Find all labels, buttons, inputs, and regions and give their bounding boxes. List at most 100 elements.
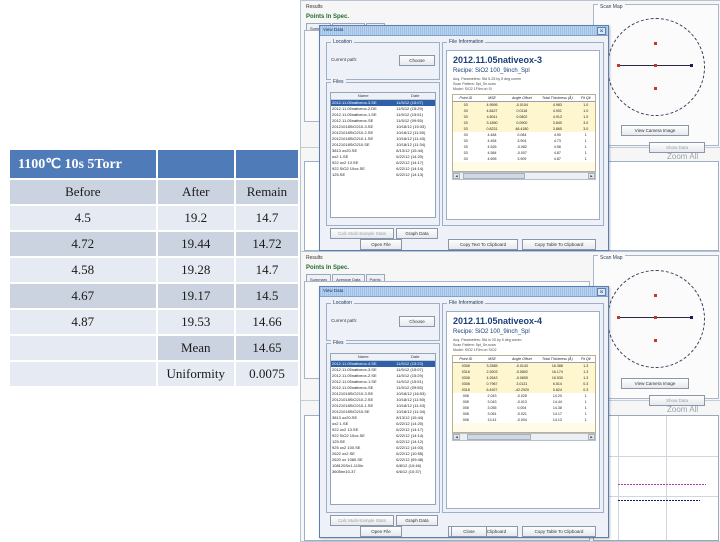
close-icon[interactable]: ☒ <box>597 288 606 296</box>
uniformity-row: Uniformity 0.0075 <box>10 362 298 386</box>
scroll-left-arrow-icon[interactable]: ◀ <box>453 173 460 179</box>
acq-parameters-line-top: Acq. Parameters: Std 5-25 by 5 deg comm <box>453 77 521 81</box>
table-header-row: 1100℃ 10s 5Torr <box>10 150 298 178</box>
zoom-all-label-top: Zoom All <box>667 152 699 161</box>
choose-button-bottom[interactable]: Choose <box>399 316 435 327</box>
scan-point-center <box>654 64 657 67</box>
open-file-button-top[interactable]: Open File <box>360 239 402 250</box>
file-name: 125.SE <box>332 172 346 177</box>
scroll-thumb-bottom[interactable] <box>467 434 531 440</box>
graph-panel-bottom[interactable] <box>593 415 719 541</box>
chart-series-2 <box>618 500 700 501</box>
scroll-thumb-top[interactable] <box>463 173 525 179</box>
scan-point-left <box>617 64 620 67</box>
results-label-top: Results <box>306 4 323 10</box>
screenshot-top: Results Points In Spec. Summary Average … <box>300 0 720 252</box>
view-data-window-top[interactable]: View Data ☒ Location Current path: Choos… <box>319 25 609 251</box>
table-row: 4.5 19.2 14.7 <box>10 206 298 230</box>
dt-col-fit-bottom: Fit Qlt <box>580 357 591 361</box>
cell-remain: 14.66 <box>235 310 298 334</box>
cell-before: 4.5 <box>10 206 156 230</box>
scan-point-bottom <box>654 87 657 90</box>
file-list-header-bottom: Name Date <box>331 354 435 361</box>
data-table-hscrollbar-bottom[interactable]: ◀ ▶ <box>452 433 596 441</box>
mean-row-blank <box>10 336 156 360</box>
cell-before: 4.58 <box>10 258 156 282</box>
summary-table: 1100℃ 10s 5Torr Before After Remain 4.5 … <box>8 148 300 388</box>
location-group-title-bottom: Location <box>331 300 354 306</box>
table-row: 4.58 19.28 14.7 <box>10 258 298 282</box>
close-button-bottom[interactable]: Close <box>451 526 487 537</box>
screenshot-bottom: Results Points In Spec. Summary Average … <box>300 251 720 542</box>
cell-after: 19.53 <box>157 310 234 334</box>
column-header-remain: Remain <box>235 180 298 204</box>
view-camera-image-button-top[interactable]: View Camera Image <box>621 125 689 136</box>
data-table-header-bottom: Point ID MSE Angle Offset Total Thicknes… <box>453 356 595 363</box>
scan-pattern-line-top: Scan Pattern: 5pt_Sn.scan <box>453 82 496 86</box>
results-label-bottom: Results <box>306 255 323 261</box>
mean-row: Mean 14.65 <box>10 336 298 360</box>
lower-right-panel-top <box>593 161 719 251</box>
window-titlebar-top[interactable]: View Data ☒ <box>320 26 608 36</box>
open-file-button-bottom[interactable]: Open File <box>360 526 402 537</box>
recipe-line-top: Recipe: SiO2 100_9inch_Spl <box>453 68 530 74</box>
file-col-name-bottom: Name <box>357 354 369 359</box>
cell-after: 19.44 <box>157 232 234 256</box>
files-group-title-top: Files <box>331 79 346 85</box>
wafer-outline-icon <box>607 18 705 116</box>
copy-text-to-clipboard-button-top[interactable]: Copy Text To Clipboard <box>448 239 518 250</box>
window-titlebar-bottom[interactable]: View Data ☒ <box>320 287 608 297</box>
file-col-name-top: Name <box>357 93 369 98</box>
cell-after: 19.17 <box>157 284 234 308</box>
column-header-row: Before After Remain <box>10 180 298 204</box>
data-table-bottom[interactable]: Point ID MSE Angle Offset Total Thicknes… <box>452 355 596 433</box>
table-row[interactable]: 03 4.695 3.909 4.87 1 <box>453 156 595 162</box>
mean-label: Mean <box>157 336 234 360</box>
cell-remain: 14.5 <box>235 284 298 308</box>
data-table-top[interactable]: Point ID MSE Angle Offset Total Thicknes… <box>452 94 596 172</box>
data-cell: 1 <box>584 418 587 422</box>
scroll-left-arrow-icon[interactable]: ◀ <box>453 434 460 440</box>
table-row: 4.87 19.53 14.66 <box>10 310 298 334</box>
scan-map-legend-bottom: Scan Map <box>598 255 625 261</box>
scan-point-top <box>654 42 657 45</box>
wafer-outline-icon <box>607 270 705 368</box>
data-cell: 008 <box>462 418 469 422</box>
choose-button-top[interactable]: Choose <box>399 55 435 66</box>
graph-data-button-top[interactable]: Graph Data <box>396 228 438 239</box>
data-table-hscrollbar-top[interactable]: ◀ ▶ <box>452 172 596 180</box>
scan-map-bottom[interactable] <box>597 264 713 374</box>
chart-vgrid-2 <box>666 416 667 540</box>
cell-remain: 14.72 <box>235 232 298 256</box>
graph-data-button-bottom[interactable]: Graph Data <box>396 515 438 526</box>
dt-col-mse-bottom: MSE <box>488 357 496 361</box>
scroll-right-arrow-icon[interactable]: ▶ <box>588 173 595 179</box>
scan-pattern-line-bottom: Scan Pattern: 5pt_Sn.scan <box>453 343 496 347</box>
scan-map-top[interactable] <box>597 13 713 121</box>
location-group-top: Location Current path: Choose <box>326 39 440 80</box>
close-icon[interactable]: ☒ <box>597 27 606 35</box>
view-data-window-bottom[interactable]: View Data ☒ Location Current path: Choos… <box>319 286 609 538</box>
dt-col-thickness-top: Total Thickness (Å) <box>542 96 573 100</box>
calc-multi-sample-stats-button-bottom[interactable]: Calc Multi-Sample Stats <box>330 515 394 526</box>
cell-before: 4.87 <box>10 310 156 334</box>
copy-table-to-clipboard-button-bottom[interactable]: Copy Table To Clipboard <box>522 526 596 537</box>
location-group-title-top: Location <box>331 39 354 45</box>
uniformity-label: Uniformity <box>157 362 234 386</box>
data-cell: 03 <box>463 157 468 161</box>
file-list-top[interactable]: Name Date 2012.11.05nativeox-3.SE 11/5/12… <box>330 92 436 218</box>
chart-hgrid-1 <box>594 456 718 457</box>
summary-title: 1100℃ 10s 5Torr <box>10 150 156 178</box>
calc-multi-sample-stats-button-top[interactable]: Calc Multi-Sample Stats <box>330 228 394 239</box>
cell-remain: 14.7 <box>235 206 298 230</box>
copy-table-to-clipboard-button-top[interactable]: Copy Table To Clipboard <box>522 239 596 250</box>
mean-value: 14.65 <box>235 336 298 360</box>
list-item[interactable]: 125.SE 6/22/12 (14:13) <box>331 172 435 178</box>
view-camera-image-button-bottom[interactable]: View Camera Image <box>621 378 689 389</box>
file-list-bottom[interactable]: Name Date 2012.11.05nativeox-4.SE 11/5/12… <box>330 353 436 505</box>
dt-col-point-id-top: Point ID <box>459 96 473 100</box>
table-row[interactable]: 008 13.41 -0.004 14.13 1 <box>453 417 595 423</box>
list-item[interactable]: 3605nn10-37 6/6/12 (10:37) <box>331 469 435 475</box>
data-cell: -0.004 <box>516 418 527 422</box>
scroll-right-arrow-icon[interactable]: ▶ <box>588 434 595 440</box>
